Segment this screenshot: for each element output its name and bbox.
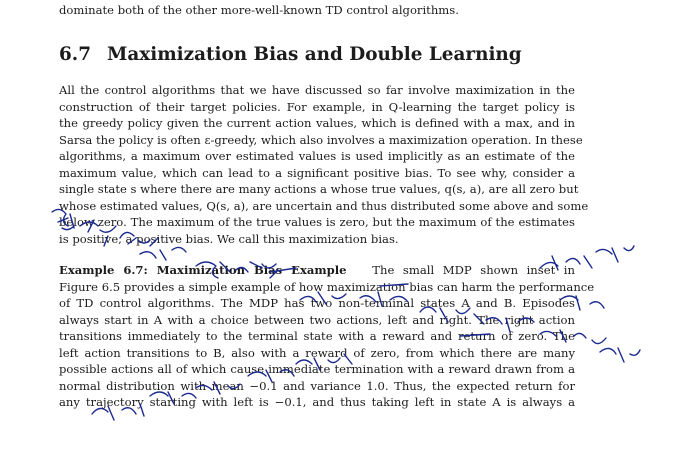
example-line: always start in A with a choice between … <box>59 312 575 327</box>
section-heading: 6.7 Maximization Bias and Double Learning <box>59 44 522 65</box>
section-title: Maximization Bias and Double Learning <box>107 44 522 65</box>
paragraph-line: algorithms, a maximum over estimated val… <box>59 149 575 163</box>
example-heading: Example 6.7: Maximization Bias Example <box>59 263 347 277</box>
example-line: possible actions all of which cause imme… <box>59 362 575 376</box>
paragraph-maximization-bias: All the control algorithms that we have … <box>59 82 589 247</box>
paragraph-line: construction of their target policies. F… <box>59 99 575 114</box>
example-line: Figure 6.5 provides a simple example of … <box>59 279 595 294</box>
section-number: 6.7 <box>59 44 91 65</box>
example-line-text: The small MDP shown inset in <box>372 263 575 277</box>
paragraph-line: maximum value, which can lead to a signi… <box>59 165 575 180</box>
example-line: of TD control algorithms. The MDP has tw… <box>59 296 575 310</box>
previous-paragraph-tail: dominate both of the other more-well-kno… <box>59 3 459 17</box>
example-paragraph: Example 6.7: Maximization Bias Example T… <box>59 262 595 411</box>
example-line: any trajectory starting with left is −0.… <box>59 395 575 409</box>
example-first-line: Example 6.7: Maximization Bias Example T… <box>59 262 575 279</box>
paragraph-line: the greedy policy given the current acti… <box>59 116 575 130</box>
paragraph-line: single state s where there are many acti… <box>59 182 579 196</box>
example-line: left action transitions to B, also with … <box>59 345 575 360</box>
paragraph-line: below zero. The maximum of the true valu… <box>59 215 575 229</box>
paragraph-line: All the control algorithms that we have … <box>59 83 575 97</box>
example-line: normal distribution with mean −0.1 and v… <box>59 378 575 393</box>
paragraph-line: is positive, a positive bias. We call th… <box>59 231 399 246</box>
example-line: transitions immediately to the terminal … <box>59 329 575 343</box>
paragraph-line: whose estimated values, Q(s, a), are unc… <box>59 198 589 213</box>
paragraph-line: Sarsa the policy is often ε-greedy, whic… <box>59 132 583 147</box>
